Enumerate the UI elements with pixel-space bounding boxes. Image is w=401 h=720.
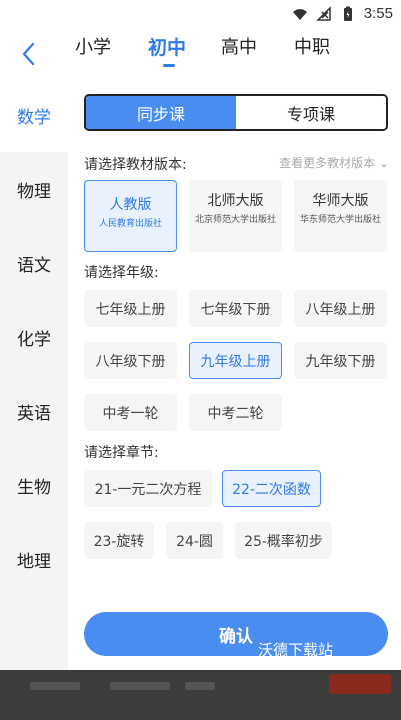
chapter-option[interactable]: 23-旋转: [84, 522, 154, 559]
sidebar-item-chinese[interactable]: 语文: [0, 226, 68, 300]
grade-section-label: 请选择年级:: [84, 265, 159, 281]
sidebar-item-chemistry[interactable]: 化学: [0, 300, 68, 374]
sidebar-item-english[interactable]: 英语: [0, 374, 68, 448]
textbook-option-renjiao[interactable]: 人教版 人民教育出版社: [84, 180, 177, 252]
tab-senior-high[interactable]: 高中: [221, 36, 294, 70]
grade-option[interactable]: 八年级上册: [294, 290, 387, 327]
textbook-publisher: 人民教育出版社: [98, 219, 162, 229]
special-course-button[interactable]: 专项课: [236, 96, 386, 129]
grade-option-selected[interactable]: 九年级上册: [189, 342, 282, 379]
blurred-text: [110, 682, 170, 690]
blurred-text: [185, 682, 215, 690]
grade-option[interactable]: 中考二轮: [189, 394, 282, 431]
grade-option[interactable]: 中考一轮: [84, 394, 177, 431]
chapter-option[interactable]: 21-一元二次方程: [84, 470, 212, 507]
subject-sidebar: 数学 物理 语文 化学 英语 生物 地理: [0, 78, 68, 670]
more-textbooks-link[interactable]: 查看更多教材版本 ⌄: [279, 154, 389, 171]
grade-option[interactable]: 八年级下册: [84, 342, 177, 379]
clock-text: 3:55: [363, 5, 393, 22]
sidebar-item-geography[interactable]: 地理: [0, 522, 68, 596]
textbook-publisher: 华东师范大学出版社: [299, 215, 381, 225]
status-bar: 3:55: [0, 0, 401, 30]
level-nav: 小学 初中 高中 中职: [0, 30, 401, 78]
blurred-text: [30, 682, 80, 690]
logo-badge: [329, 674, 391, 694]
chapter-option[interactable]: 25-概率初步: [235, 522, 332, 559]
confirm-button[interactable]: 确认: [84, 612, 388, 656]
tab-junior-high[interactable]: 初中: [148, 36, 221, 70]
grade-option[interactable]: 七年级下册: [189, 290, 282, 327]
chapter-section-label: 请选择章节:: [84, 445, 159, 461]
chapter-option-selected[interactable]: 22-二次函数: [222, 470, 321, 507]
textbook-section-label: 请选择教材版本:: [84, 157, 187, 173]
textbook-name: 人教版: [109, 197, 152, 213]
chapter-option[interactable]: 24-圆: [166, 522, 223, 559]
sidebar-item-physics[interactable]: 物理: [0, 152, 68, 226]
grade-option[interactable]: 七年级上册: [84, 290, 177, 327]
battery-icon: [343, 6, 352, 21]
main-panel: 同步课 专项课 请选择教材版本: 查看更多教材版本 ⌄ 人教版 人民教育出版社 …: [68, 78, 401, 670]
textbook-publisher: 北京师范大学出版社: [194, 215, 276, 225]
tab-vocational[interactable]: 中职: [294, 36, 367, 70]
more-textbooks-label: 查看更多教材版本: [279, 156, 376, 170]
chevron-left-icon[interactable]: [18, 40, 42, 68]
sidebar-item-math[interactable]: 数学: [0, 78, 68, 152]
textbook-name: 华师大版: [312, 193, 369, 209]
sidebar-item-biology[interactable]: 生物: [0, 448, 68, 522]
textbook-option-beishida[interactable]: 北师大版 北京师范大学出版社: [189, 180, 282, 252]
watermark-text: 沃德下载站: [258, 641, 334, 659]
tab-primary-school[interactable]: 小学: [75, 36, 148, 70]
grade-option[interactable]: 九年级下册: [294, 342, 387, 379]
course-type-toggle: 同步课 专项课: [84, 94, 388, 131]
signal-off-icon: [315, 5, 331, 21]
wifi-icon: [292, 8, 307, 20]
confirm-label: 确认: [219, 626, 253, 647]
textbook-name: 北师大版: [207, 193, 264, 209]
chevron-down-icon: ⌄: [378, 156, 389, 170]
bottom-overlay: [0, 670, 401, 720]
textbook-option-huashida[interactable]: 华师大版 华东师范大学出版社: [294, 180, 387, 252]
sync-course-button[interactable]: 同步课: [86, 96, 236, 129]
